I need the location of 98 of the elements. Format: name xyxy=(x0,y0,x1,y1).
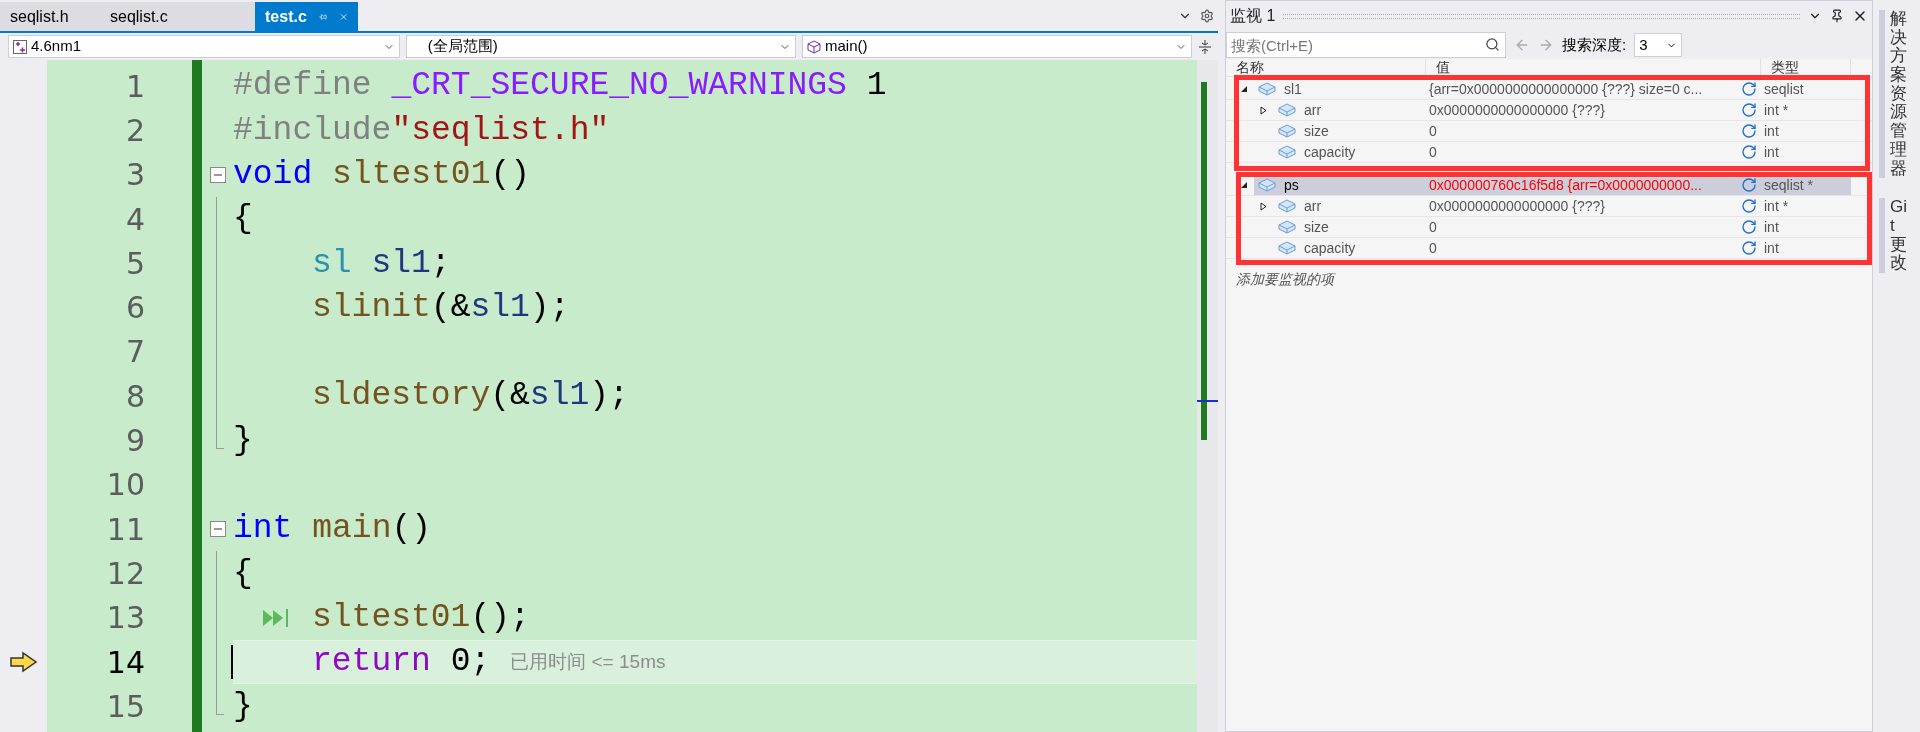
code-line: { xyxy=(233,553,253,594)
line-number: 14 xyxy=(106,643,145,682)
line-number: 12 xyxy=(106,554,145,593)
watch-type: seqlist xyxy=(1764,79,1804,99)
watch-value: 0 xyxy=(1429,121,1437,141)
expand-triangle-icon[interactable] xyxy=(1260,105,1268,115)
line-number: 9 xyxy=(125,422,145,461)
settings-icon[interactable] xyxy=(1200,9,1214,23)
code-line: #include"seqlist.h" xyxy=(233,110,610,151)
variable-icon xyxy=(1258,82,1276,96)
expand-triangle-icon[interactable] xyxy=(1260,201,1268,211)
dropdown[interactable]: 4.6nm1 xyxy=(8,35,400,58)
code-line: sl sl1; xyxy=(312,243,451,284)
watch-value: {arr=0x0000000000000000 {???} size=0 c... xyxy=(1429,79,1703,99)
line-number: 11 xyxy=(106,510,145,549)
variable-icon xyxy=(1278,145,1296,159)
file-tab[interactable]: seqlist.h xyxy=(0,2,100,31)
watch-name: capacity xyxy=(1304,142,1356,162)
column-header[interactable]: 名称 xyxy=(1226,59,1426,76)
watch-type: int xyxy=(1764,217,1779,237)
add-watch-placeholder[interactable]: 添加要监视的项 xyxy=(1236,269,1334,290)
line-number: 2 xyxy=(125,111,145,150)
watch-type: int xyxy=(1764,142,1779,162)
line-number: 1 xyxy=(125,67,145,106)
code-line: } xyxy=(233,420,253,461)
watch-name: sl1 xyxy=(1284,79,1302,99)
watch-name: ps xyxy=(1284,175,1299,195)
column-header[interactable]: 类型 xyxy=(1761,59,1851,76)
variable-icon xyxy=(1258,178,1276,192)
depth-label: 搜索深度: xyxy=(1562,34,1627,55)
search-icon xyxy=(1485,37,1500,52)
dropdown[interactable]: (全局范围) xyxy=(406,35,796,58)
watch-value: 0x0000000000000000 {???} xyxy=(1429,100,1605,120)
line-number: 13 xyxy=(106,599,145,638)
pin-icon[interactable] xyxy=(1830,9,1844,23)
split-icon[interactable] xyxy=(1198,38,1212,55)
watch-name: size xyxy=(1304,217,1329,237)
watch-type: int * xyxy=(1764,196,1789,216)
refresh-icon[interactable] xyxy=(1741,198,1757,214)
scrollbar[interactable] xyxy=(1197,60,1218,732)
position-marker xyxy=(1197,400,1218,402)
code-line: void sltest01() xyxy=(233,155,531,195)
collapse-triangle-icon[interactable] xyxy=(1240,85,1248,93)
watch-value: 0x0000000000000000 {???} xyxy=(1429,196,1605,216)
watch-type: int xyxy=(1764,121,1779,141)
code-line: sldestory(&sl1); xyxy=(312,376,629,417)
variable-icon xyxy=(1278,220,1296,234)
refresh-icon[interactable] xyxy=(1741,81,1757,97)
watch-type: int * xyxy=(1764,100,1789,120)
watch-name: capacity xyxy=(1304,238,1356,258)
elapsed-time-hint: 已用时间 <= 15ms xyxy=(510,649,666,674)
variable-icon xyxy=(1278,124,1296,138)
side-tab[interactable]: Git 更改 xyxy=(1879,198,1907,273)
variable-icon xyxy=(1278,241,1296,255)
code-line: sltest01(); xyxy=(312,597,530,638)
line-number: 6 xyxy=(125,289,145,328)
line-number: 5 xyxy=(125,244,145,283)
line-number: 10 xyxy=(106,466,145,505)
watch-name: arr xyxy=(1304,100,1322,120)
refresh-icon[interactable] xyxy=(1741,123,1757,139)
code-line: { xyxy=(233,199,253,240)
watch-type: seqlist * xyxy=(1764,175,1814,195)
line-number: 7 xyxy=(125,333,145,372)
refresh-icon[interactable] xyxy=(1741,177,1757,193)
code-line: } xyxy=(233,686,253,727)
search-field[interactable]: 搜索(Ctrl+E) xyxy=(1226,32,1506,58)
depth-dropdown[interactable]: 3 xyxy=(1634,33,1683,57)
line-number: 8 xyxy=(125,377,145,416)
line-number: 4 xyxy=(125,200,145,239)
code-line: #define _CRT_SECURE_NO_WARNINGS 1 xyxy=(233,66,887,107)
code-line: slinit(&sl1); xyxy=(312,287,570,328)
code-line: int main() xyxy=(233,509,432,550)
dropdown[interactable]: main() xyxy=(802,35,1192,58)
side-tab[interactable]: 解决方案资源管理器 xyxy=(1879,10,1907,179)
collapse-triangle-icon[interactable] xyxy=(1240,181,1248,189)
watch-value: 0 xyxy=(1429,142,1437,162)
watch-value: 0x000000760c16f5d8 {arr=0x0000000000... xyxy=(1429,175,1702,195)
panel-title: 监视 1 xyxy=(1230,6,1276,26)
watch-type: int xyxy=(1764,238,1779,258)
line-number: 3 xyxy=(125,156,145,195)
watch-value: 0 xyxy=(1429,238,1437,258)
line-number: 15 xyxy=(106,687,145,726)
cube-icon xyxy=(807,39,821,54)
variable-icon xyxy=(1278,103,1296,117)
file-tab[interactable]: seqlist.c xyxy=(100,2,255,31)
project-icon xyxy=(13,39,27,54)
code-line: return 0; xyxy=(312,642,491,683)
collapse-icon[interactable] xyxy=(209,166,226,183)
variable-icon xyxy=(1278,199,1296,213)
watch-name: size xyxy=(1304,121,1329,141)
collapse-icon[interactable] xyxy=(209,521,226,538)
refresh-icon[interactable] xyxy=(1741,102,1757,118)
refresh-icon[interactable] xyxy=(1741,144,1757,160)
watch-name: arr xyxy=(1304,196,1322,216)
refresh-icon[interactable] xyxy=(1741,240,1757,256)
column-header[interactable]: 值 xyxy=(1426,59,1761,76)
refresh-icon[interactable] xyxy=(1741,219,1757,235)
watch-value: 0 xyxy=(1429,217,1437,237)
